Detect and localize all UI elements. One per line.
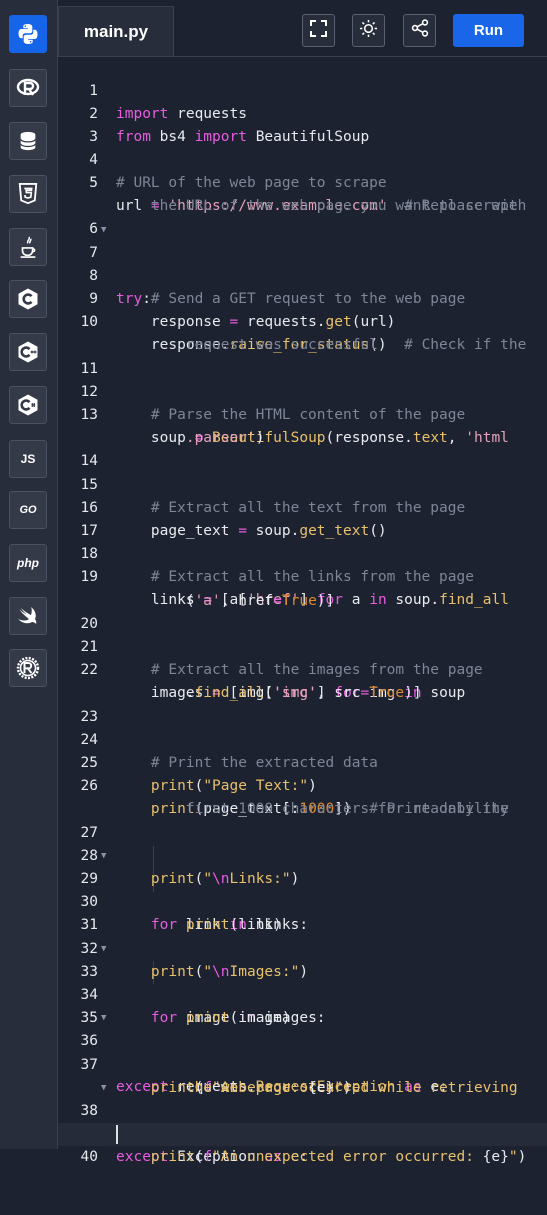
fold-arrow-icon[interactable]: ▼ (101, 1077, 106, 1100)
js-label: JS (20, 452, 36, 466)
fullscreen-icon (310, 19, 327, 42)
code-line-36: 36 ▼ except requests.RequestException as… (58, 1007, 547, 1095)
code-editor[interactable]: 1 import requests 2 from bs4 import Beau… (58, 57, 547, 1165)
code-line-19-wrap: ('a', href=True)] (58, 567, 547, 609)
code-text: print(f"An unexpected error occurred: {e… (150, 1149, 527, 1165)
code-line-32: 32 print("\nImages:") (58, 915, 547, 980)
java-icon[interactable] (9, 228, 47, 266)
code-line-28: 28 print("\nLinks:") (58, 822, 547, 887)
code-line-35: 35 (58, 984, 547, 1026)
code-line-38: 38 ▼ except Exception as e: (58, 1077, 547, 1165)
code-line-8: 8 # Send a GET request to the web page (58, 242, 547, 307)
code-line-20: 20 (58, 590, 547, 632)
code-line-27: 27 (58, 799, 547, 841)
share-button[interactable] (403, 14, 436, 47)
database-icon[interactable] (9, 122, 47, 160)
rust-icon[interactable] (9, 649, 47, 687)
swift-icon[interactable] (9, 597, 47, 635)
tab-main-py[interactable]: main.py (58, 6, 174, 56)
code-line-22: 22 images = [img['src'] for img in soup (58, 636, 547, 701)
fold-arrow-icon[interactable]: ▼ (101, 938, 106, 961)
code-line-5-wrap: the URL of the web page you want to scra… (58, 172, 547, 214)
code-line-23: 23 (58, 683, 547, 725)
code-line-12: 12 # Parse the HTML content of the page (58, 358, 547, 423)
code-line-10-wrap: request was successful (58, 311, 547, 353)
php-label: php (17, 556, 39, 570)
code-line-39: 39 print(f"An unexpected error occurred:… (58, 1100, 547, 1165)
fullscreen-button[interactable] (302, 14, 335, 47)
code-line-25: 25 print("Page Text:") (58, 729, 547, 794)
code-line-34: 34 print(image) (58, 961, 547, 1026)
code-line-9: 9 response = requests.get(url) (58, 265, 547, 330)
code-line-11: 11 (58, 335, 547, 377)
code-line-19: 19 links = [a['href'] for a in soup.find… (58, 543, 547, 608)
run-button[interactable]: Run (453, 14, 524, 47)
code-line-6: 6 (58, 195, 547, 237)
code-line-10: 10 response.raise_for_status() # Check i… (58, 288, 547, 353)
code-line-13: 13 soup = BeautifulSoup(response.text, '… (58, 381, 547, 446)
go-label: GO (19, 504, 37, 516)
r-icon[interactable] (9, 69, 47, 107)
code-line-13-wrap: .parser') (58, 404, 547, 446)
code-line-37-wrap: the web page: {e}") (58, 1054, 547, 1096)
fold-arrow-icon[interactable]: ▼ (101, 1007, 106, 1030)
code-line-7: 7 ▼ try: (58, 219, 547, 307)
code-line-37: 37 print(f"An error occurred while retri… (58, 1031, 547, 1096)
code-line-26: 26 print(page_text[:1000]) # Print only … (58, 752, 547, 817)
code-line-29: 29 ▼ for link in links: (58, 845, 547, 933)
code-line-18: 18 # Extract all the links from the page (58, 520, 547, 585)
code-line-26-wrap: first 1000 characters for readability (58, 775, 547, 817)
python-icon[interactable] (9, 15, 47, 53)
csharp-icon[interactable] (9, 386, 47, 424)
code-line-22-wrap: .find_all('img', src=True)] (58, 659, 547, 701)
theme-toggle-button[interactable] (352, 14, 385, 47)
code-line-16: 16 page_text = soup.get_text() (58, 474, 547, 539)
cpp-icon[interactable] (9, 333, 47, 371)
text-cursor (116, 1125, 118, 1144)
code-line-15: 15 # Extract all the text from the page (58, 451, 547, 516)
code-line-17: 17 (58, 497, 547, 539)
code-line-21: 21 # Extract all the images from the pag… (58, 613, 547, 678)
language-sidebar: JS GO php (0, 0, 58, 1149)
code-line-33: 33 ▼ for image in images: (58, 938, 547, 1026)
sun-icon (359, 19, 378, 43)
code-line-5: 5 url = 'https://www.example.com' # Repl… (58, 149, 547, 214)
fold-arrow-icon[interactable]: ▼ (101, 219, 106, 242)
js-icon[interactable]: JS (9, 440, 47, 478)
fold-arrow-icon[interactable]: ▼ (101, 845, 106, 868)
code-line-14: 14 (58, 427, 547, 469)
code-line-2: 2 from bs4 import BeautifulSoup (58, 80, 547, 145)
code-line-4: 4 # URL of the web page to scrape (58, 126, 547, 191)
html5-icon[interactable] (9, 175, 47, 213)
code-line-30: 30 print(link) (58, 868, 547, 933)
code-line-40: 40 (58, 1123, 547, 1165)
line-number: 40 (80, 1149, 98, 1165)
share-icon (411, 19, 429, 42)
code-line-1: 1 import requests (58, 57, 547, 122)
code-line-3: 3 (58, 103, 547, 145)
php-icon[interactable]: php (9, 544, 47, 582)
go-icon[interactable]: GO (9, 491, 47, 529)
code-line-31: 31 (58, 891, 547, 933)
c-icon[interactable] (9, 280, 47, 318)
editor-toolbar: main.py Run (58, 0, 547, 57)
code-line-24: 24 # Print the extracted data (58, 706, 547, 771)
